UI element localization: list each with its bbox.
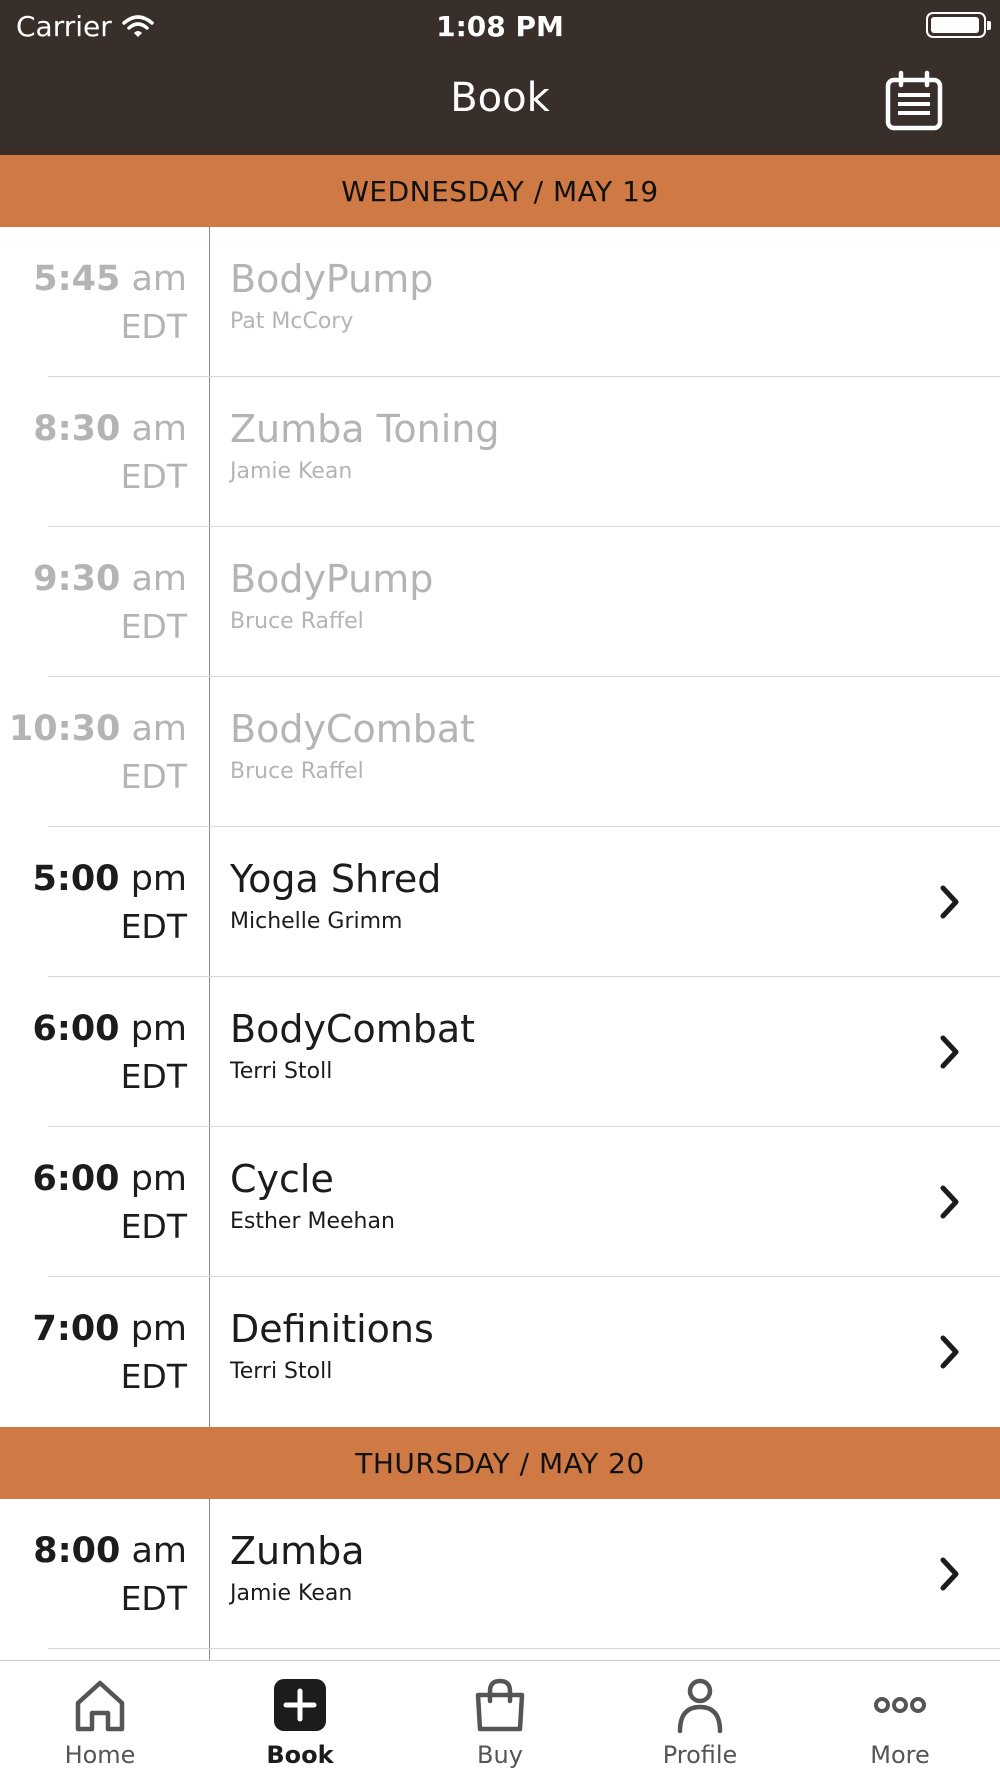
- plus-square-icon: [274, 1679, 326, 1731]
- calendar-button[interactable]: [884, 70, 944, 132]
- time-ampm: am: [131, 1531, 187, 1571]
- time-value: 9:30: [33, 559, 121, 599]
- instructor-name: Terri Stoll: [230, 1059, 333, 1084]
- time-ampm: am: [131, 709, 187, 749]
- class-time: 7:00 pm EDT: [0, 1277, 210, 1427]
- class-row: [0, 1649, 1000, 1660]
- time-value: 5:00: [32, 859, 120, 899]
- tab-book-label: Book: [266, 1741, 334, 1769]
- class-time: 6:00 pm EDT: [0, 1127, 210, 1277]
- time-zone: EDT: [120, 1207, 187, 1246]
- time-value: 8:30: [33, 409, 121, 449]
- time-value: 8:00: [33, 1531, 121, 1571]
- time-value: 5:45: [33, 259, 121, 299]
- instructor-name: Pat McCory: [230, 309, 354, 334]
- status-bar: Carrier 1:08 PM: [0, 0, 1000, 50]
- time-ampm: am: [131, 409, 187, 449]
- page-title: Book: [450, 75, 550, 121]
- shopping-bag-icon: [475, 1678, 525, 1732]
- more-dots-icon: [874, 1697, 926, 1713]
- person-icon: [677, 1678, 723, 1734]
- class-name: BodyCombat: [230, 1007, 476, 1051]
- chevron-right-icon[interactable]: [938, 1183, 962, 1221]
- class-time: 8:00 am EDT: [0, 1499, 210, 1649]
- class-time: 5:45 am EDT: [0, 227, 210, 377]
- home-icon: [75, 1680, 125, 1732]
- class-name: Yoga Shred: [230, 857, 442, 901]
- time-value: 6:00: [32, 1159, 120, 1199]
- time-value: 7:00: [32, 1309, 120, 1349]
- time-ampm: pm: [130, 1159, 187, 1199]
- class-row[interactable]: 7:00 pm EDT Definitions Terri Stoll: [0, 1277, 1000, 1427]
- tab-profile[interactable]: Profile: [600, 1661, 800, 1778]
- time-ampm: pm: [130, 1309, 187, 1349]
- class-name: BodyCombat: [230, 707, 476, 751]
- class-time: 8:30 am EDT: [0, 377, 210, 527]
- time-zone: EDT: [120, 1357, 187, 1396]
- chevron-right-icon[interactable]: [938, 1333, 962, 1371]
- class-row[interactable]: 5:00 pm EDT Yoga Shred Michelle Grimm: [0, 827, 1000, 977]
- class-name: Zumba: [230, 1529, 365, 1573]
- class-schedule: WEDNESDAY / MAY 19 5:45 am EDT BodyPump …: [0, 155, 1000, 1660]
- tab-buy[interactable]: Buy: [400, 1661, 600, 1778]
- chevron-right-icon[interactable]: [938, 1033, 962, 1071]
- class-time: 5:00 pm EDT: [0, 827, 210, 977]
- class-time: 6:00 pm EDT: [0, 977, 210, 1127]
- chevron-right-icon[interactable]: [938, 1555, 962, 1593]
- time-ampm: pm: [130, 1009, 187, 1049]
- instructor-name: Jamie Kean: [230, 1581, 353, 1606]
- calendar-icon: [885, 70, 943, 131]
- tab-buy-label: Buy: [477, 1741, 523, 1769]
- time-zone: EDT: [120, 607, 187, 646]
- status-time: 1:08 PM: [436, 10, 564, 43]
- time-zone: EDT: [120, 457, 187, 496]
- time-zone: EDT: [120, 757, 187, 796]
- class-row[interactable]: 6:00 pm EDT BodyCombat Terri Stoll: [0, 977, 1000, 1127]
- chevron-right-icon[interactable]: [938, 883, 962, 921]
- instructor-name: Bruce Raffel: [230, 609, 364, 634]
- instructor-name: Bruce Raffel: [230, 759, 364, 784]
- class-row[interactable]: 6:00 pm EDT Cycle Esther Meehan: [0, 1127, 1000, 1277]
- tab-home-label: Home: [64, 1741, 136, 1769]
- day-header: WEDNESDAY / MAY 19: [0, 155, 1000, 227]
- tab-more-label: More: [870, 1741, 930, 1769]
- day-header: THURSDAY / MAY 20: [0, 1427, 1000, 1499]
- time-value: 10:30: [8, 709, 121, 749]
- instructor-name: Terri Stoll: [230, 1359, 333, 1384]
- tab-home[interactable]: Home: [0, 1661, 200, 1778]
- class-time: 9:30 am EDT: [0, 527, 210, 677]
- class-row: 8:30 am EDT Zumba Toning Jamie Kean: [0, 377, 1000, 527]
- tab-more[interactable]: More: [800, 1661, 1000, 1778]
- class-name: Zumba Toning: [230, 407, 500, 451]
- tab-book[interactable]: Book: [200, 1661, 400, 1778]
- time-zone: EDT: [120, 907, 187, 946]
- time-ampm: pm: [130, 859, 187, 899]
- time-ampm: am: [131, 259, 187, 299]
- class-row: 9:30 am EDT BodyPump Bruce Raffel: [0, 527, 1000, 677]
- class-row[interactable]: 8:00 am EDT Zumba Jamie Kean: [0, 1499, 1000, 1649]
- time-zone: EDT: [120, 307, 187, 346]
- class-name: Definitions: [230, 1307, 434, 1351]
- time-zone: EDT: [120, 1579, 187, 1618]
- day-label: THURSDAY / MAY 20: [355, 1446, 645, 1480]
- class-row: 5:45 am EDT BodyPump Pat McCory: [0, 227, 1000, 377]
- tab-bar: Home Book Buy Profile More: [0, 1660, 1000, 1778]
- day-label: WEDNESDAY / MAY 19: [341, 174, 659, 208]
- battery-icon: [926, 12, 991, 38]
- tab-profile-label: Profile: [662, 1741, 738, 1769]
- class-row: 10:30 am EDT BodyCombat Bruce Raffel: [0, 677, 1000, 827]
- class-time: 10:30 am EDT: [0, 677, 210, 827]
- class-name: Cycle: [230, 1157, 334, 1201]
- instructor-name: Michelle Grimm: [230, 909, 403, 934]
- time-ampm: am: [131, 559, 187, 599]
- instructor-name: Esther Meehan: [230, 1209, 395, 1234]
- class-time: [0, 1649, 210, 1660]
- time-value: 6:00: [32, 1009, 120, 1049]
- time-zone: EDT: [120, 1057, 187, 1096]
- class-name: BodyPump: [230, 557, 434, 601]
- instructor-name: Jamie Kean: [230, 459, 353, 484]
- app-header: Carrier 1:08 PM Book: [0, 0, 1000, 155]
- class-name: BodyPump: [230, 257, 434, 301]
